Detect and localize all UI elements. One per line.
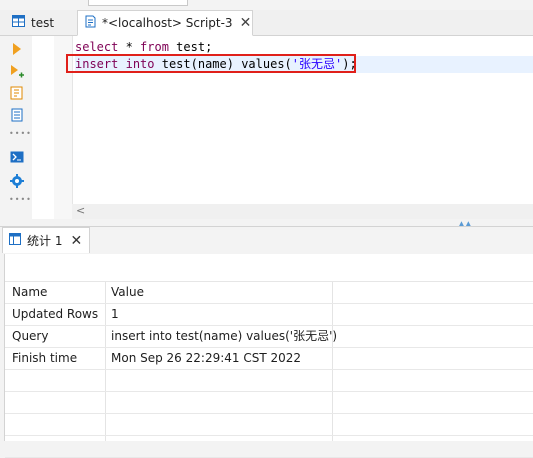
table-row[interactable]: Updated Rows 1 — [5, 304, 533, 326]
cell-value: insert into test(name) values('张无忌') — [111, 329, 338, 343]
column-header-value[interactable]: Value — [111, 282, 144, 303]
table-row[interactable]: Finish time Mon Sep 26 22:29:41 CST 2022 — [5, 348, 533, 370]
empty-row — [5, 436, 533, 458]
empty-row — [5, 370, 533, 392]
settings-icon[interactable] — [9, 173, 25, 189]
code-text: test; — [168, 40, 213, 54]
cell-name: Updated Rows — [12, 307, 99, 321]
close-icon[interactable]: ✕ — [70, 233, 82, 249]
editor-tab-bar: test *<localhost> Script-3 ✕ — [0, 10, 533, 36]
tab-statistics-label: 统计 1 — [27, 234, 63, 248]
tab-script-3[interactable]: *<localhost> Script-3 ✕ — [77, 10, 253, 36]
code-text: * — [118, 40, 141, 54]
results-grid-icon — [9, 233, 21, 248]
panel-spacer — [5, 254, 533, 282]
export-icon[interactable] — [9, 107, 25, 123]
tab-test-label: test — [31, 15, 55, 30]
results-tab-bar: 统计 1 ✕ — [0, 226, 533, 254]
top-strip — [0, 0, 533, 10]
toolbar-separator: ••••• — [9, 129, 38, 138]
keyword: select — [75, 40, 119, 54]
highlight-box — [66, 54, 356, 73]
console-icon[interactable] — [9, 149, 25, 165]
column-header-name[interactable]: Name — [12, 282, 47, 303]
cell-value: Mon Sep 26 22:29:41 CST 2022 — [111, 351, 302, 365]
empty-row — [5, 414, 533, 436]
cell-value: 1 — [111, 307, 119, 321]
tab-script-3-label: *<localhost> Script-3 — [102, 16, 233, 30]
close-icon[interactable]: ✕ — [240, 15, 252, 31]
explain-plan-icon[interactable] — [9, 85, 25, 101]
tab-test[interactable]: test — [0, 10, 75, 35]
run-script-icon[interactable] — [9, 64, 25, 80]
cell-name: Query — [12, 329, 49, 343]
statistics-panel: Name Value Updated Rows 1 Query insert i… — [4, 254, 533, 458]
keyword: from — [140, 40, 169, 54]
editor-toolbar: ••••• ••••• — [0, 36, 38, 222]
empty-row — [5, 392, 533, 414]
statistics-table: Name Value Updated Rows 1 Query insert i… — [5, 282, 533, 458]
table-row[interactable]: Query insert into test(name) values('张无忌… — [5, 326, 533, 348]
tab-statistics-1[interactable]: 统计 1 ✕ — [2, 227, 90, 253]
toolbar-field-stub[interactable] — [88, 0, 188, 6]
cell-name: Finish time — [12, 351, 78, 365]
table-header: Name Value — [5, 282, 533, 304]
table-icon — [12, 15, 25, 30]
run-statement-icon[interactable] — [9, 41, 25, 57]
toolbar-separator-2: ••••• — [9, 195, 38, 204]
script-icon — [84, 15, 96, 31]
scroll-left-icon[interactable]: < — [76, 204, 85, 217]
editor-horizontal-scrollbar[interactable]: < — [72, 204, 533, 219]
